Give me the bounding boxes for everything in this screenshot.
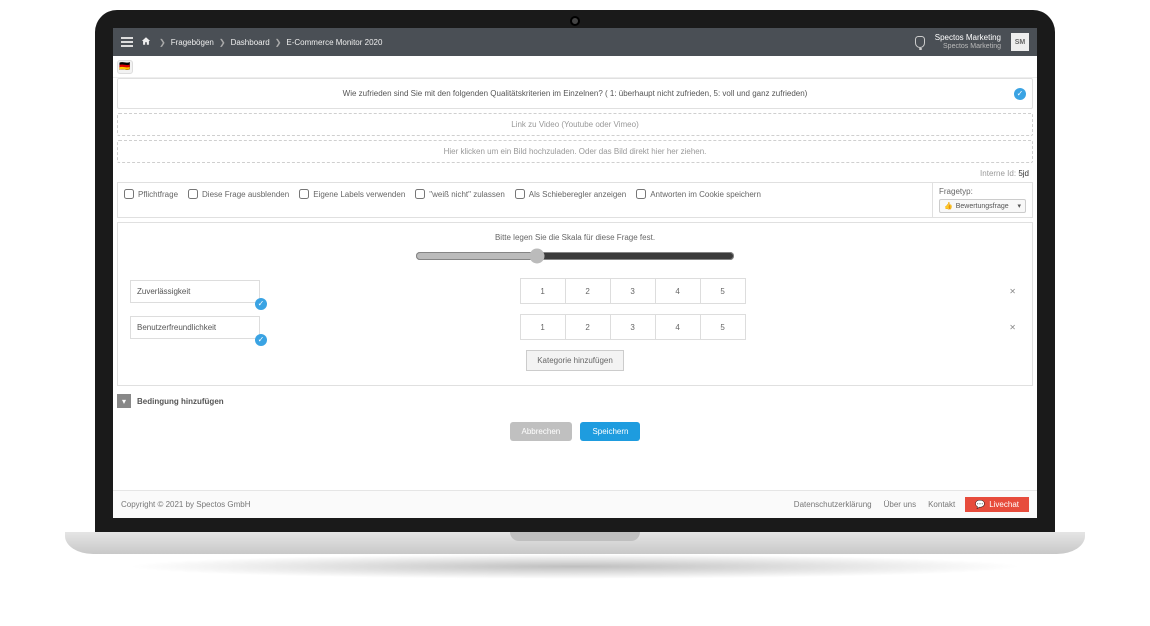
form-actions: Abbrechen Speichern bbox=[117, 416, 1033, 443]
checkbox-ausblenden[interactable]: Diese Frage ausblenden bbox=[188, 189, 289, 199]
laptop-shadow bbox=[125, 554, 1025, 579]
save-button[interactable]: Speichern bbox=[580, 422, 640, 441]
category-name-input[interactable] bbox=[130, 316, 260, 339]
check-icon: ✓ bbox=[1014, 88, 1026, 100]
home-icon[interactable] bbox=[141, 36, 151, 48]
question-title-box[interactable]: Wie zufrieden sind Sie mit den folgenden… bbox=[117, 78, 1033, 109]
chevron-right-icon: ❯ bbox=[275, 38, 282, 47]
copyright-text: Copyright © 2021 by Spectos GmbH bbox=[121, 500, 251, 509]
app-footer: Copyright © 2021 by Spectos GmbH Datensc… bbox=[113, 490, 1037, 518]
scale-cell[interactable]: 2 bbox=[565, 314, 611, 340]
internal-id-row: Interne Id: 5jd bbox=[117, 167, 1033, 178]
scale-cell[interactable]: 4 bbox=[655, 314, 701, 340]
user-menu[interactable]: Spectos Marketing Spectos Marketing bbox=[935, 34, 1001, 50]
user-name: Spectos Marketing bbox=[935, 34, 1001, 43]
question-title-text: Wie zufrieden sind Sie mit den folgenden… bbox=[343, 89, 808, 98]
fragetyp-dropdown[interactable]: 👍 Bewertungsfrage ▾ bbox=[939, 199, 1026, 213]
chevron-right-icon: ❯ bbox=[159, 38, 166, 47]
image-upload-dropzone[interactable]: Hier klicken um ein Bild hochzuladen. Od… bbox=[117, 140, 1033, 163]
checkbox-weiss-nicht[interactable]: "weiß nicht" zulassen bbox=[415, 189, 505, 199]
scale-range-slider[interactable] bbox=[415, 248, 735, 264]
cancel-button[interactable]: Abbrechen bbox=[510, 422, 573, 441]
breadcrumb-item[interactable]: Fragebögen bbox=[171, 38, 214, 47]
chevron-right-icon: ❯ bbox=[219, 38, 226, 47]
scale-cell[interactable]: 2 bbox=[565, 278, 611, 304]
breadcrumb: ❯ Fragebögen ❯ Dashboard ❯ E-Commerce Mo… bbox=[159, 38, 382, 47]
expand-condition-icon[interactable]: ▾ bbox=[117, 394, 131, 408]
scale-cell[interactable]: 4 bbox=[655, 278, 701, 304]
add-category-button[interactable]: Kategorie hinzufügen bbox=[526, 350, 624, 371]
question-options: Pflichtfrage Diese Frage ausblenden Eige… bbox=[117, 182, 1033, 218]
bell-icon[interactable] bbox=[915, 36, 925, 48]
condition-label[interactable]: Bedingung hinzufügen bbox=[137, 397, 224, 406]
main-content: Wie zufrieden sind Sie mit den folgenden… bbox=[113, 78, 1037, 490]
caret-down-icon: ▾ bbox=[1017, 202, 1021, 210]
scale-cell[interactable]: 1 bbox=[520, 314, 566, 340]
scale-cell[interactable]: 3 bbox=[610, 278, 656, 304]
menu-icon[interactable] bbox=[121, 35, 133, 49]
scale-cells: 1 2 3 4 5 bbox=[520, 314, 746, 340]
checkbox-schieberegler[interactable]: Als Schieberegler anzeigen bbox=[515, 189, 626, 199]
scale-cell[interactable]: 3 bbox=[610, 314, 656, 340]
flag-icon[interactable]: 🇩🇪 bbox=[117, 60, 133, 74]
category-row: ✓ 1 2 3 4 5 ✕ bbox=[130, 314, 1020, 340]
scale-editor: Bitte legen Sie die Skala für diese Frag… bbox=[117, 222, 1033, 386]
internal-id-label: Interne Id: bbox=[980, 169, 1016, 178]
check-icon: ✓ bbox=[255, 334, 267, 346]
user-org: Spectos Marketing bbox=[935, 43, 1001, 51]
chat-icon: 💬 bbox=[975, 500, 985, 509]
footer-link[interactable]: Kontakt bbox=[928, 500, 955, 509]
footer-link[interactable]: Über uns bbox=[884, 500, 916, 509]
footer-link[interactable]: Datenschutzerklärung bbox=[794, 500, 872, 509]
laptop-camera bbox=[570, 16, 580, 26]
scale-cell[interactable]: 1 bbox=[520, 278, 566, 304]
checkbox-cookie[interactable]: Antworten im Cookie speichern bbox=[636, 189, 761, 199]
livechat-button[interactable]: 💬 Livechat bbox=[965, 497, 1029, 512]
internal-id-value: 5jd bbox=[1018, 169, 1029, 178]
avatar[interactable]: SM bbox=[1011, 33, 1029, 51]
breadcrumb-item[interactable]: E-Commerce Monitor 2020 bbox=[286, 38, 382, 47]
fragetyp-label: Fragetyp: bbox=[939, 187, 1026, 196]
remove-category-icon[interactable]: ✕ bbox=[1005, 323, 1020, 332]
remove-category-icon[interactable]: ✕ bbox=[1005, 287, 1020, 296]
scale-title: Bitte legen Sie die Skala für diese Frag… bbox=[130, 233, 1020, 242]
video-link-input[interactable]: Link zu Video (Youtube oder Vimeo) bbox=[117, 113, 1033, 136]
scale-cell[interactable]: 5 bbox=[700, 278, 746, 304]
category-name-input[interactable] bbox=[130, 280, 260, 303]
toolbar: 🇩🇪 bbox=[113, 56, 1037, 78]
scale-cells: 1 2 3 4 5 bbox=[520, 278, 746, 304]
check-icon: ✓ bbox=[255, 298, 267, 310]
category-row: ✓ 1 2 3 4 5 ✕ bbox=[130, 278, 1020, 304]
thumbs-up-icon: 👍 bbox=[944, 202, 953, 210]
app-header: ❯ Fragebögen ❯ Dashboard ❯ E-Commerce Mo… bbox=[113, 28, 1037, 56]
condition-row: ▾ Bedingung hinzufügen bbox=[117, 390, 1033, 412]
checkbox-pflichtfrage[interactable]: Pflichtfrage bbox=[124, 189, 178, 199]
checkbox-eigene-labels[interactable]: Eigene Labels verwenden bbox=[299, 189, 405, 199]
laptop-base bbox=[65, 532, 1085, 554]
scale-cell[interactable]: 5 bbox=[700, 314, 746, 340]
breadcrumb-item[interactable]: Dashboard bbox=[231, 38, 270, 47]
